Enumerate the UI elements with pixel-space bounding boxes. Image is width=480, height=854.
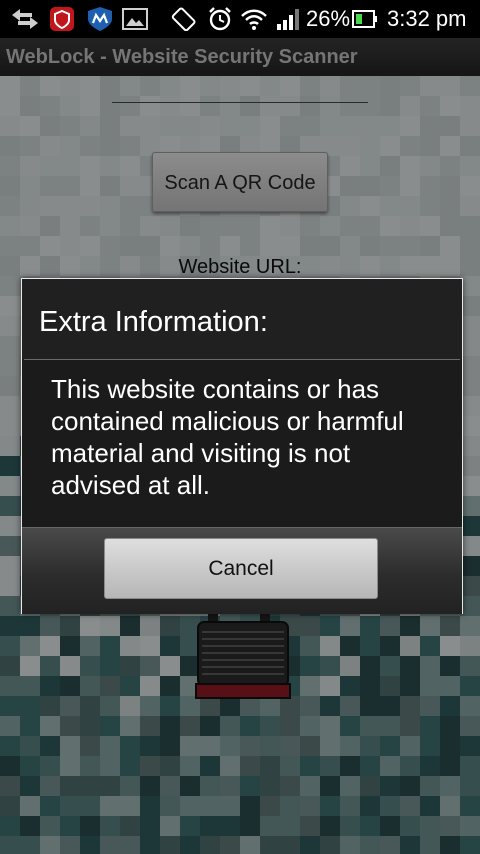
alert-dialog: Extra Information: This website contains…	[21, 278, 463, 614]
clock: 3:32 pm	[387, 6, 467, 31]
image-icon	[122, 8, 148, 30]
dialog-header: Extra Information:	[22, 279, 462, 359]
status-bar: 26% 3:32 pm	[0, 0, 480, 38]
dialog-message: This website contains or has contained m…	[51, 374, 404, 500]
battery-icon	[352, 10, 377, 28]
cancel-button[interactable]: Cancel	[104, 538, 378, 599]
dialog-divider	[24, 359, 460, 360]
battery-percent: 26%	[306, 6, 351, 31]
back-arrows-icon	[12, 9, 38, 29]
shield-app-icon	[50, 7, 74, 31]
alarm-icon	[209, 7, 231, 31]
dialog-title: Extra Information:	[39, 306, 268, 338]
wifi-icon	[241, 9, 267, 30]
mcafee-icon	[88, 7, 112, 31]
dialog-button-bar: Cancel	[22, 527, 462, 614]
rotate-icon	[171, 7, 196, 31]
signal-icon	[277, 9, 299, 30]
